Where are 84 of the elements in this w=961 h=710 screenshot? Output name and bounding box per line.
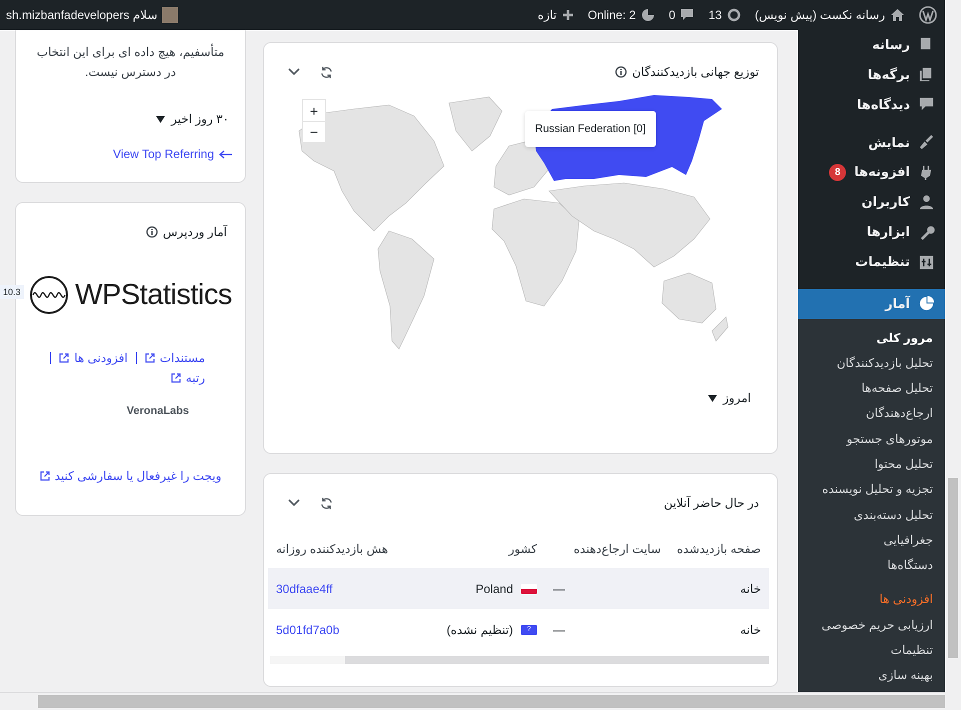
country-name: (تنظیم نشده): [446, 622, 513, 636]
sidebar-item[interactable]: دیدگاه‌ها: [798, 90, 945, 120]
pie-chart-icon: [640, 8, 655, 22]
external-link[interactable]: رتبه: [170, 371, 205, 385]
column-header: کشور: [507, 541, 538, 558]
external-link[interactable]: افزودنی ها: [59, 351, 128, 365]
external-link-icon: [59, 353, 70, 363]
pie-chart-icon: [918, 295, 935, 312]
submenu-item[interactable]: تحلیل صفحه‌ها: [798, 375, 945, 401]
version-label: 10.3: [0, 285, 24, 299]
submenu-item[interactable]: تحلیل محتوا: [798, 451, 945, 477]
user-icon: [918, 194, 935, 211]
count-badge: 8: [829, 164, 846, 181]
plus-icon: [562, 9, 574, 21]
column-header: صفحه بازدیدشده: [676, 541, 762, 558]
updates-counter[interactable]: 13: [708, 8, 741, 22]
no-data-message: متأسفیم، هیچ داده ای برای این انتخاب در دسترس نیست.: [36, 42, 226, 81]
submenu-item[interactable]: تحلیل دسته‌بندی: [798, 502, 945, 528]
external-link[interactable]: مستندات: [144, 351, 205, 365]
view-top-referring-link[interactable]: View Top Referring: [113, 147, 233, 161]
home-icon: [890, 8, 905, 22]
caret-icon: [708, 394, 718, 402]
info-icon: [146, 226, 158, 238]
submenu-item[interactable]: تجزیه و تحلیل نویسنده: [798, 476, 945, 502]
site-title[interactable]: رسانه نکست (پیش نویس): [754, 8, 905, 22]
period-dropdown[interactable]: امروز: [708, 391, 751, 405]
comment-icon: [680, 8, 694, 22]
sidebar-item[interactable]: رسانه: [798, 30, 945, 60]
wrench-icon: [918, 224, 935, 241]
flag-icon: [521, 584, 537, 594]
visitor-hash-link[interactable]: 5d01fd7a0b: [276, 622, 340, 636]
sidebar-item[interactable]: آمار: [798, 289, 945, 319]
greeting[interactable]: سلام sh.mizbanfadevelopers: [6, 7, 178, 23]
caret-icon: [156, 116, 166, 122]
external-link-icon: [40, 471, 50, 481]
sidebar-item[interactable]: ابزارها: [798, 217, 945, 248]
refresh-button[interactable]: [320, 66, 333, 78]
submenu-item[interactable]: افزودنی ها: [798, 586, 945, 612]
submenu-item[interactable]: تنظیمات: [798, 637, 945, 663]
submenu-item[interactable]: جغرافیایی: [798, 527, 945, 553]
column-header: سایت ارجاع‌دهنده: [572, 541, 662, 558]
submenu-item[interactable]: مرور کلی: [798, 324, 945, 350]
collapse-button[interactable]: [288, 68, 300, 76]
horizontal-scrollbar[interactable]: [0, 692, 945, 710]
brush-icon: [918, 134, 935, 152]
table-cell-text: —: [552, 580, 566, 598]
online-counter[interactable]: Online: 2: [588, 8, 655, 22]
table-cell-text: خانه: [739, 622, 762, 638]
card-title: توزیع جهانی بازدیدکنندگان: [615, 65, 759, 79]
wave-logo-icon: [29, 275, 70, 315]
submenu-item[interactable]: تحلیل بازدیدکنندگان: [798, 350, 945, 376]
period-dropdown[interactable]: ۳۰ روز اخیر: [156, 112, 229, 126]
submenu-item[interactable]: دستگاه‌ها: [798, 552, 945, 578]
table-scrollbar[interactable]: [270, 656, 769, 664]
sidebar-item[interactable]: کاربران: [798, 187, 945, 218]
submenu-item[interactable]: بهینه سازی: [798, 662, 945, 688]
table-cell-text: —: [552, 622, 566, 638]
column-header: هش بازدیدکننده روزانه: [275, 541, 390, 558]
customize-widget-link[interactable]: ویجت را غیرفعال یا سفارشی کنید: [40, 469, 222, 483]
avatar-icon: [162, 7, 178, 23]
info-icon: [615, 66, 628, 78]
vendor-label: VeronaLabs: [126, 404, 190, 417]
arrow-left-icon: [219, 150, 233, 158]
sliders-icon: [918, 254, 935, 271]
table-cell-text: خانه: [739, 580, 762, 598]
submenu-item[interactable]: ارجاع‌دهندگان: [798, 400, 945, 426]
submenu-item[interactable]: ارزیابی حریم خصوصی: [798, 612, 945, 638]
sidebar-item[interactable]: تنظیمات: [798, 247, 945, 277]
submenu-item[interactable]: موتورهای جستجو: [798, 426, 945, 452]
new-menu[interactable]: تازه: [538, 8, 574, 22]
sidebar-item[interactable]: برگه‌ها: [798, 60, 945, 90]
map-tooltip: Russian Federation [0]: [525, 111, 656, 147]
sidebar-item[interactable]: نمایش: [798, 128, 945, 158]
wordpress-logo-icon[interactable]: [919, 6, 937, 24]
comments-counter[interactable]: 0: [668, 8, 694, 22]
visitor-hash-link[interactable]: 30dfaae4ff: [276, 582, 333, 596]
external-link-icon: [144, 353, 155, 363]
external-link-icon: [170, 373, 181, 383]
refresh-button[interactable]: [320, 496, 333, 510]
card-title: در حال حاضر آنلاین: [664, 496, 759, 510]
card-title: آمار وردپرس: [146, 225, 227, 239]
logo-text: WPStatistics: [75, 278, 232, 312]
country-name: Poland: [476, 582, 513, 596]
collapse-button[interactable]: [288, 499, 300, 507]
